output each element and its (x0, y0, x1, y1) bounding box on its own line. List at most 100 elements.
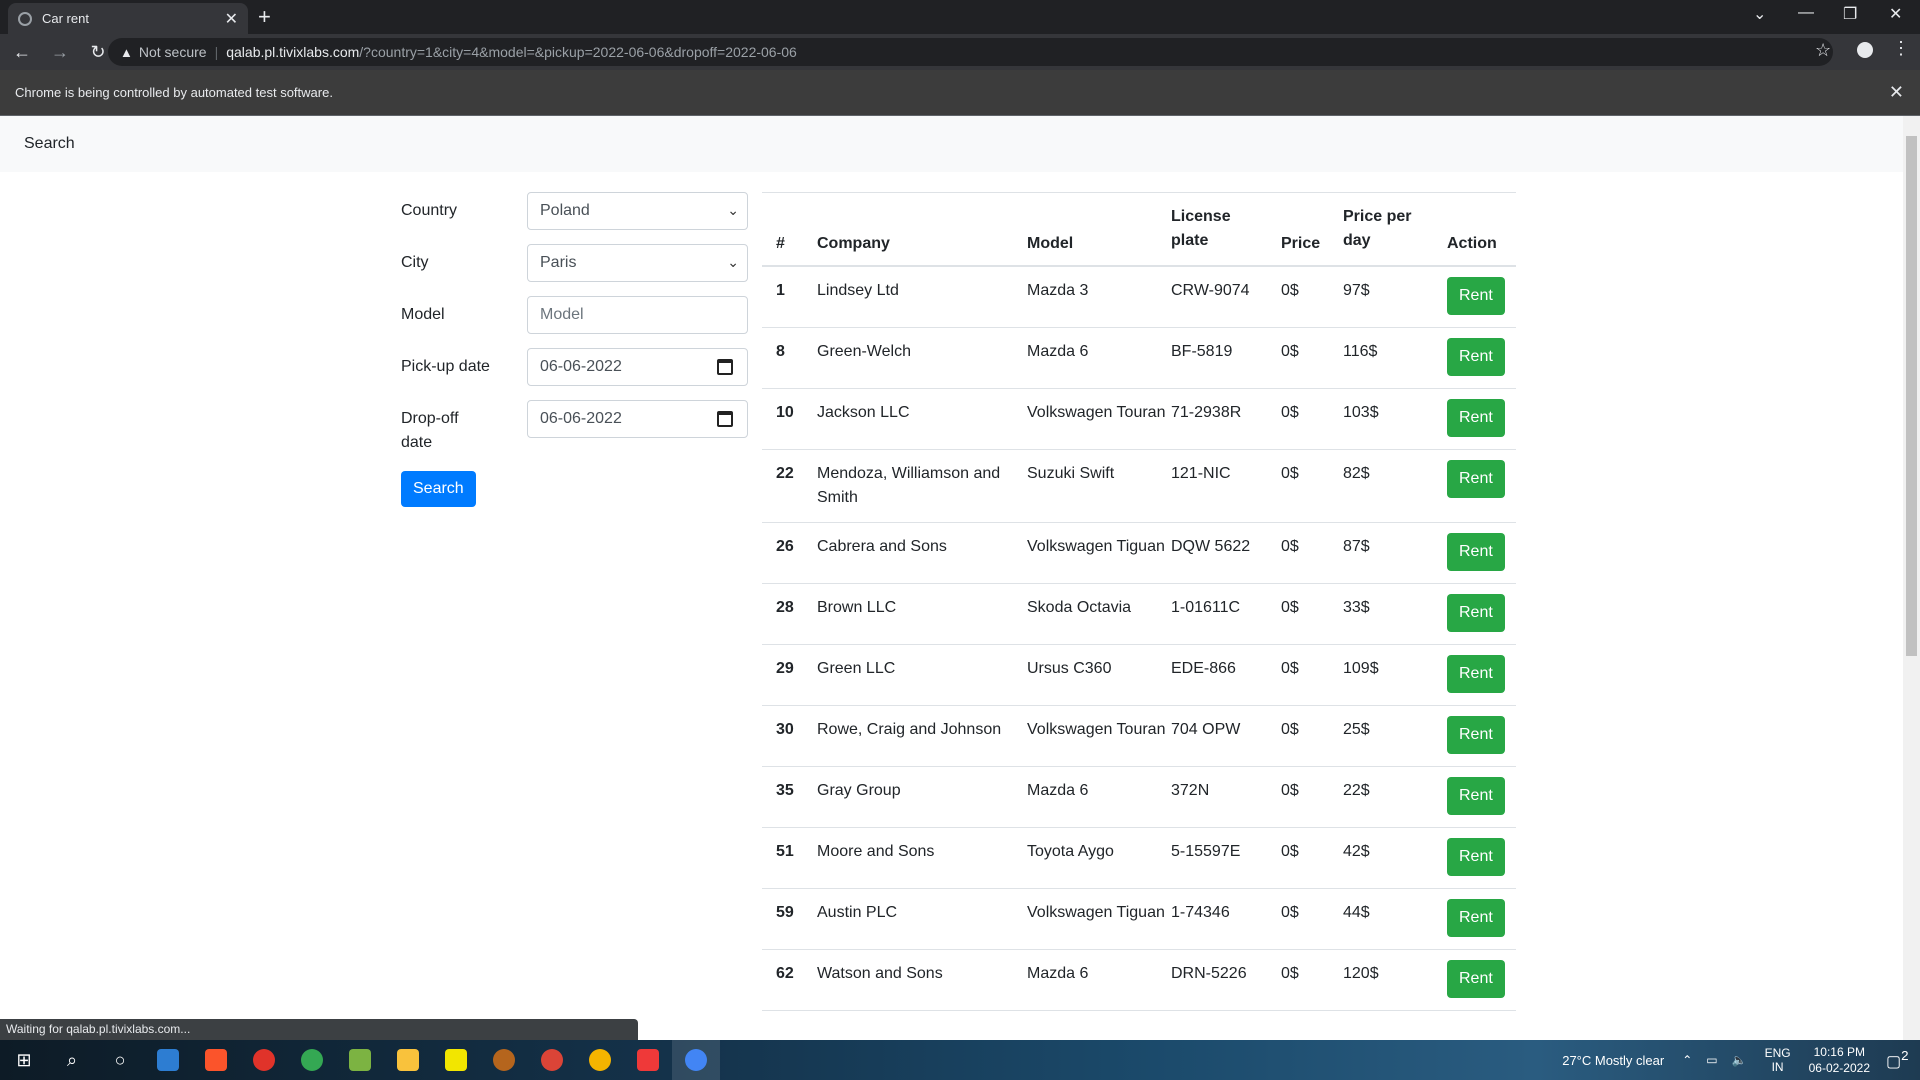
cell-price-per-day: 97$ (1343, 282, 1370, 299)
cell-model: Mazda 3 (1027, 282, 1089, 299)
rent-button[interactable]: Rent (1447, 716, 1505, 754)
cell-model: Ursus C360 (1027, 660, 1112, 677)
navbar-brand[interactable]: Search (24, 135, 75, 153)
rent-button[interactable]: Rent (1447, 777, 1505, 815)
cortana-icon[interactable]: ○ (96, 1040, 144, 1080)
tray-chevron-icon[interactable]: ⌃ (1682, 1053, 1692, 1067)
infobar-close-icon[interactable]: ✕ (1889, 82, 1904, 103)
cell-price: 0$ (1281, 721, 1299, 738)
browser-tab[interactable]: Car rent ✕ (8, 3, 248, 34)
search-form: Country Poland ⌄ City Paris ⌄ Model Mode… (401, 192, 748, 507)
cell-model: Mazda 6 (1027, 782, 1089, 799)
weather-widget[interactable]: 27°C Mostly clear (1562, 1053, 1664, 1068)
system-tray: 27°C Mostly clear ⌃ ▭ 🔈 ENG IN 10:16 PM … (1562, 1040, 1920, 1080)
chrome-dev-icon[interactable] (288, 1040, 336, 1080)
cell-id: 10 (776, 404, 794, 421)
clock[interactable]: 10:16 PM 06-02-2022 (1809, 1044, 1870, 1076)
chevron-down-icon: ⌄ (727, 202, 739, 218)
store-icon[interactable] (144, 1040, 192, 1080)
tab-close-icon[interactable]: ✕ (225, 9, 238, 29)
cell-price: 0$ (1281, 404, 1299, 421)
app-red-icon[interactable] (240, 1040, 288, 1080)
kebab-menu-icon[interactable]: ⋮ (1892, 38, 1910, 59)
sticky-app-icon (445, 1049, 467, 1071)
cell-id: 26 (776, 538, 794, 555)
navbar: Search (0, 116, 1903, 172)
rent-button[interactable]: Rent (1447, 533, 1505, 571)
notification-icon[interactable]: ▢2 (1886, 1048, 1910, 1071)
cell-action: Rent (1447, 767, 1516, 827)
calendar-icon[interactable] (717, 411, 733, 427)
cell-id: 30 (776, 721, 794, 738)
dropoff-date-input[interactable]: 06-06-2022 (527, 400, 748, 438)
cell-action: Rent (1447, 267, 1516, 327)
gear-app-icon (493, 1049, 515, 1071)
lang-bottom: IN (1771, 1060, 1784, 1074)
cell-action: Rent (1447, 450, 1516, 522)
cell-price-per-day: 82$ (1343, 465, 1370, 482)
chrome-dev-app-icon (301, 1049, 323, 1071)
notif-count: 2 (1901, 1048, 1909, 1064)
cell-plate: 704 OPW (1171, 721, 1241, 738)
table-row: 8 Green-Welch Mazda 6 BF-5819 0$ 116$ Rent (762, 328, 1516, 389)
chrome-icon-2[interactable] (576, 1040, 624, 1080)
close-window-icon[interactable]: ✕ (1889, 4, 1902, 24)
search-icon[interactable]: ⌕ (48, 1040, 96, 1080)
app-gear-icon[interactable] (480, 1040, 528, 1080)
table-row: 30 Rowe, Craig and Johnson Volkswagen Tour… (762, 706, 1516, 767)
calendar-icon[interactable] (717, 359, 733, 375)
profile-icon[interactable] (1857, 42, 1873, 58)
restore-icon[interactable]: ❐ (1843, 4, 1857, 24)
tab-search-icon[interactable]: ⌄ (1753, 4, 1766, 24)
chrome-active-icon[interactable] (672, 1040, 720, 1080)
sticky-notes-icon[interactable] (432, 1040, 480, 1080)
network-icon[interactable]: ▭ (1706, 1053, 1717, 1067)
city-select[interactable]: Paris ⌄ (527, 244, 748, 282)
windows-start-icon[interactable]: ⊞ (0, 1040, 48, 1080)
bookmark-star-icon[interactable]: ☆ (1815, 40, 1831, 61)
back-icon[interactable]: ← (6, 42, 38, 63)
table-row: 1 Lindsey Ltd Mazda 3 CRW-9074 0$ 97$ Rent (762, 267, 1516, 328)
rent-button[interactable]: Rent (1447, 594, 1505, 632)
new-tab-icon[interactable]: + (258, 4, 271, 30)
rent-button[interactable]: Rent (1447, 838, 1505, 876)
country-select[interactable]: Poland ⌄ (527, 192, 748, 230)
dropoff-label: Drop-off date (401, 410, 459, 451)
rent-button[interactable]: Rent (1447, 960, 1505, 998)
explorer-app-icon (397, 1049, 419, 1071)
cell-model: Mazda 6 (1027, 965, 1089, 982)
table-row: 62 Watson and Sons Mazda 6 DRN-5226 0$ 120$ Re… (762, 950, 1516, 1011)
brave-icon[interactable] (192, 1040, 240, 1080)
dropoff-value: 06-06-2022 (540, 410, 622, 427)
forward-icon[interactable]: → (44, 42, 76, 63)
vivaldi-icon[interactable] (624, 1040, 672, 1080)
cell-price: 0$ (1281, 599, 1299, 616)
dropoff-row: Drop-off date 06-06-2022 (401, 400, 748, 455)
rent-button[interactable]: Rent (1447, 277, 1505, 315)
rent-button[interactable]: Rent (1447, 899, 1505, 937)
language-indicator[interactable]: ENG IN (1765, 1046, 1791, 1074)
pickup-label: Pick-up date (401, 358, 490, 375)
pickup-date-input[interactable]: 06-06-2022 (527, 348, 748, 386)
cell-price: 0$ (1281, 843, 1299, 860)
chrome-icon[interactable] (528, 1040, 576, 1080)
minimize-icon[interactable]: — (1798, 4, 1814, 22)
page-scrollbar[interactable] (1903, 116, 1920, 1040)
chrome-active-app-icon (685, 1049, 707, 1071)
rent-button[interactable]: Rent (1447, 399, 1505, 437)
rent-button[interactable]: Rent (1447, 460, 1505, 498)
cell-company: Cabrera and Sons (817, 538, 947, 555)
cell-action: Rent (1447, 889, 1516, 949)
search-button[interactable]: Search (401, 471, 476, 507)
volume-icon[interactable]: 🔈 (1732, 1053, 1747, 1067)
address-bar[interactable]: ▲ Not secure | qalab.pl.tivixlabs.com /?… (108, 38, 1833, 66)
model-input[interactable]: Model (527, 296, 748, 334)
cell-model: Volkswagen Touran (1027, 404, 1166, 421)
rent-button[interactable]: Rent (1447, 655, 1505, 693)
scrollbar-thumb[interactable] (1906, 136, 1917, 656)
cell-action: Rent (1447, 389, 1516, 449)
col-header-id: # (776, 235, 785, 252)
file-explorer-icon[interactable] (384, 1040, 432, 1080)
notepad-icon[interactable] (336, 1040, 384, 1080)
rent-button[interactable]: Rent (1447, 338, 1505, 376)
